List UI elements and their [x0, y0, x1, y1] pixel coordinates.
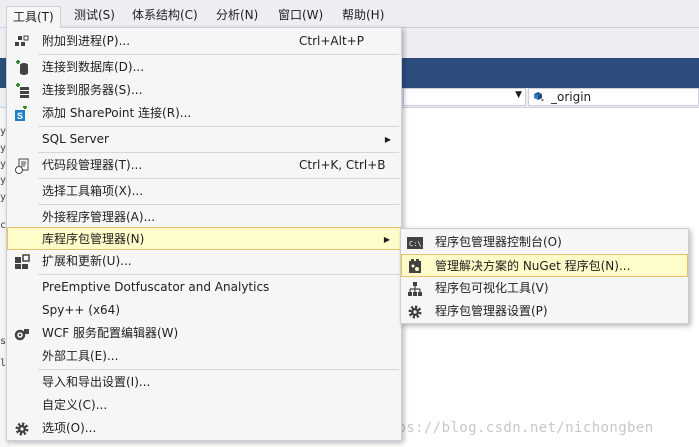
- menu-item-dotfuscator[interactable]: PreEmptive Dotfuscator and Analytics: [7, 276, 401, 299]
- extensions-icon: [15, 254, 30, 269]
- tools-menu: 附加到进程(P)... Ctrl+Alt+P 连接到数据库(D)... 连接到服…: [6, 27, 402, 441]
- sharepoint-icon: S: [15, 106, 27, 121]
- menu-window[interactable]: 窗口(W): [272, 5, 329, 25]
- menu-item-sharepoint[interactable]: S 添加 SharePoint 连接(R)...: [7, 102, 401, 125]
- submenu-arrow-icon: ▶: [384, 135, 391, 144]
- menu-item-spy[interactable]: Spy++ (x64): [7, 299, 401, 322]
- member-dropdown-value: _origin: [551, 90, 592, 104]
- svg-text:*: *: [541, 98, 544, 104]
- type-dropdown[interactable]: ▼: [403, 88, 526, 106]
- menu-item-attach-process[interactable]: 附加到进程(P)... Ctrl+Alt+P: [7, 30, 401, 53]
- menu-item-package-manager-settings[interactable]: 程序包管理器设置(P): [401, 300, 688, 323]
- menu-item-package-manager-console[interactable]: C:\ 程序包管理器控制台(O): [401, 231, 688, 254]
- menu-item-external-tools[interactable]: 外部工具(E)...: [7, 345, 401, 368]
- submenu-arrow-icon: ▶: [383, 235, 390, 244]
- menu-item-options[interactable]: 选项(O)...: [7, 417, 401, 440]
- chevron-down-icon: ▼: [515, 90, 522, 100]
- menu-help[interactable]: 帮助(H): [336, 5, 390, 25]
- menu-item-library-package-manager[interactable]: 库程序包管理器(N) ▶: [7, 227, 401, 250]
- menu-test[interactable]: 测试(S): [68, 5, 121, 25]
- menu-item-package-visualizer[interactable]: 程序包可视化工具(V): [401, 277, 688, 300]
- code-snippets-icon: [15, 158, 29, 174]
- member-dropdown[interactable]: * _origin: [528, 88, 699, 106]
- console-icon: C:\: [407, 237, 423, 249]
- nuget-package-icon: [409, 259, 421, 273]
- connect-database-icon: [16, 60, 28, 75]
- menu-item-sql-server[interactable]: SQL Server ▶: [7, 128, 401, 151]
- menu-item-customize[interactable]: 自定义(C)...: [7, 394, 401, 417]
- wcf-config-icon: [14, 329, 29, 341]
- gear-icon: [408, 305, 422, 319]
- menu-analyze[interactable]: 分析(N): [210, 5, 264, 25]
- svg-text:S: S: [17, 111, 23, 121]
- svg-text:C:\: C:\: [409, 240, 422, 248]
- menu-item-wcf-config[interactable]: WCF 服务配置编辑器(W): [7, 322, 401, 345]
- nuget-submenu: C:\ 程序包管理器控制台(O) 管理解决方案的 NuGet 程序包(N)...…: [400, 228, 689, 324]
- field-icon: *: [534, 92, 544, 104]
- menu-item-connect-server[interactable]: 连接到服务器(S)...: [7, 79, 401, 102]
- menu-item-connect-database[interactable]: 连接到数据库(D)...: [7, 56, 401, 79]
- menu-item-extensions-updates[interactable]: 扩展和更新(U)...: [7, 250, 401, 273]
- watermark: https://blog.csdn.net/nichongben: [371, 420, 654, 436]
- gear-icon: [15, 422, 29, 436]
- menu-item-manage-nuget-packages[interactable]: 管理解决方案的 NuGet 程序包(N)...: [401, 254, 688, 277]
- menu-item-import-export[interactable]: 导入和导出设置(I)...: [7, 371, 401, 394]
- connect-server-icon: [16, 83, 29, 98]
- menu-tools[interactable]: 工具(T): [6, 6, 61, 28]
- attach-process-icon: [15, 35, 29, 46]
- menu-item-code-snippets[interactable]: 代码段管理器(T)... Ctrl+K, Ctrl+B: [7, 154, 401, 177]
- menu-item-addin-manager[interactable]: 外接程序管理器(A)...: [7, 206, 401, 229]
- menu-bar: 工具(T) 测试(S) 体系结构(C) 分析(N) 窗口(W) 帮助(H): [0, 0, 699, 28]
- menu-architecture[interactable]: 体系结构(C): [126, 5, 204, 25]
- menu-item-choose-toolbox[interactable]: 选择工具箱项(X)...: [7, 180, 401, 203]
- hierarchy-icon: [408, 282, 422, 296]
